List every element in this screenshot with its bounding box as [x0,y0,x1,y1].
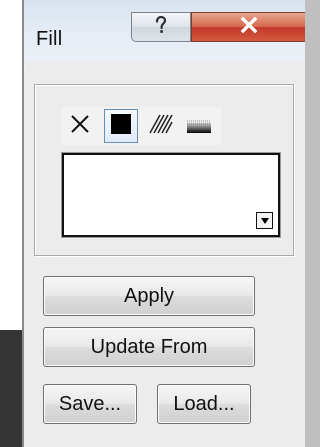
solid-square-icon [109,112,133,141]
fill-gradient-button[interactable] [182,109,216,143]
close-button[interactable] [191,12,305,42]
window-title: Fill [36,28,63,50]
question-icon [153,15,169,40]
background-left [0,0,22,330]
update-from-button[interactable]: Update From [43,327,255,367]
hatch-pattern-icon [148,113,174,140]
close-icon [240,16,258,38]
preview-dropdown-button[interactable] [256,212,273,229]
help-button[interactable] [131,12,191,42]
triangle-down-icon [260,212,270,230]
fill-none-button[interactable] [63,109,97,143]
fill-solid-button[interactable] [104,109,138,143]
load-button[interactable]: Load... [157,384,251,424]
apply-button[interactable]: Apply [43,276,255,316]
fill-hatch-button[interactable] [144,109,178,143]
fill-preview-box[interactable] [62,153,280,237]
gradient-icon [186,113,212,140]
save-button[interactable]: Save... [43,384,137,424]
x-icon [69,113,91,140]
